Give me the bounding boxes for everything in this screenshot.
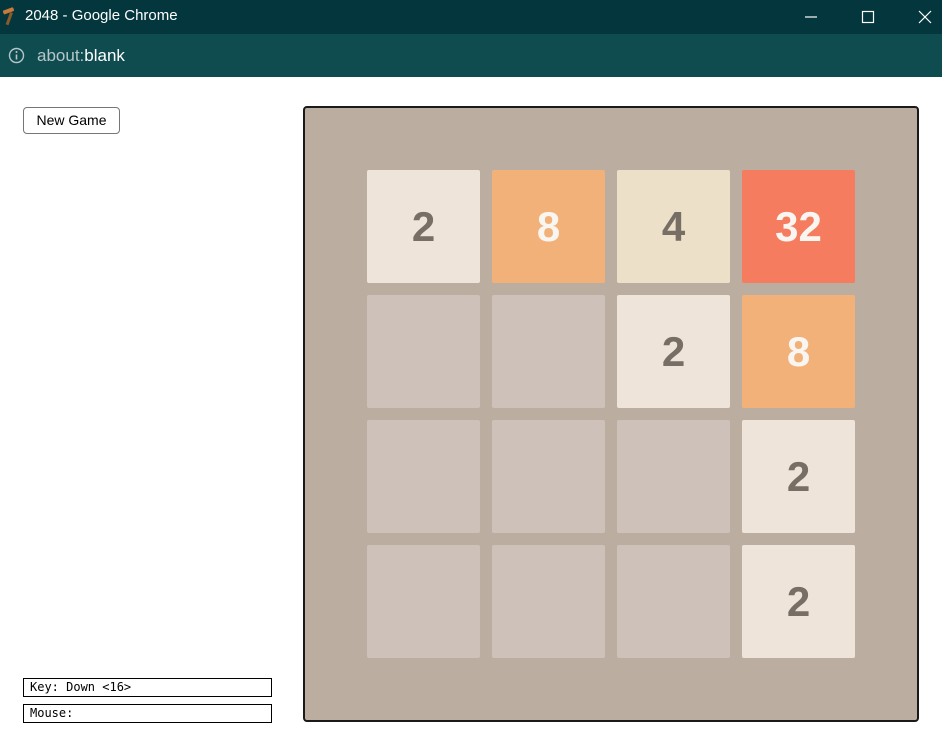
address-bar[interactable]: about:blank — [0, 34, 942, 77]
tile-8: 8 — [742, 295, 855, 408]
tile-32: 32 — [742, 170, 855, 283]
key-status: Key: Down <16> — [23, 678, 272, 697]
empty-cell — [367, 420, 480, 533]
empty-cell — [367, 295, 480, 408]
tile-2: 2 — [367, 170, 480, 283]
tile-4: 4 — [617, 170, 730, 283]
window-title: 2048 - Google Chrome — [25, 7, 178, 24]
hammer-icon — [2, 6, 20, 26]
tile-2: 2 — [742, 545, 855, 658]
empty-cell — [492, 295, 605, 408]
maximize-icon[interactable] — [845, 0, 891, 34]
url-host: blank — [84, 46, 125, 65]
empty-cell — [492, 545, 605, 658]
mouse-status: Mouse: — [23, 704, 272, 723]
title-bar: 2048 - Google Chrome — [0, 0, 942, 34]
new-game-button[interactable]: New Game — [23, 107, 120, 134]
tile-8: 8 — [492, 170, 605, 283]
url-text[interactable]: about:blank — [37, 34, 125, 77]
info-icon[interactable] — [8, 47, 25, 64]
minimize-icon[interactable] — [788, 0, 834, 34]
close-icon[interactable] — [902, 0, 942, 34]
url-scheme: about: — [37, 46, 85, 65]
empty-cell — [617, 420, 730, 533]
empty-cell — [617, 545, 730, 658]
tile-2: 2 — [617, 295, 730, 408]
game-board: 2 8 4 32 2 8 2 2 — [303, 106, 919, 722]
empty-cell — [492, 420, 605, 533]
empty-cell — [367, 545, 480, 658]
tile-2: 2 — [742, 420, 855, 533]
